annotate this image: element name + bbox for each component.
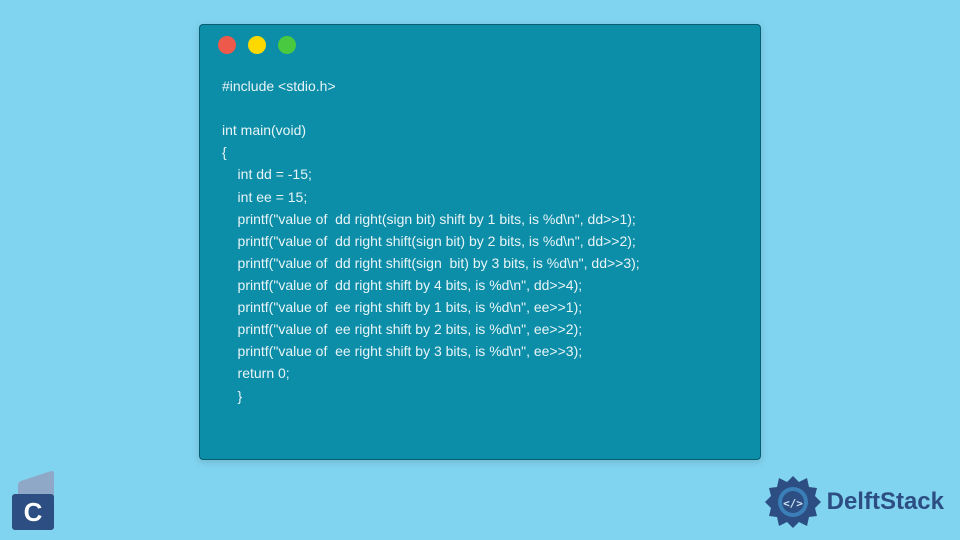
delftstack-logo: </> DelftStack — [765, 474, 944, 530]
gear-icon: </> — [765, 474, 821, 530]
maximize-icon — [278, 36, 296, 54]
c-language-logo: C — [8, 476, 68, 536]
c-letter: C — [12, 494, 54, 530]
window-titlebar — [200, 25, 760, 65]
svg-text:</>: </> — [783, 497, 803, 510]
delftstack-label: DelftStack — [827, 488, 944, 516]
code-block: #include <stdio.h> int main(void) { int … — [200, 65, 760, 425]
code-window: #include <stdio.h> int main(void) { int … — [199, 24, 761, 460]
close-icon — [218, 36, 236, 54]
minimize-icon — [248, 36, 266, 54]
